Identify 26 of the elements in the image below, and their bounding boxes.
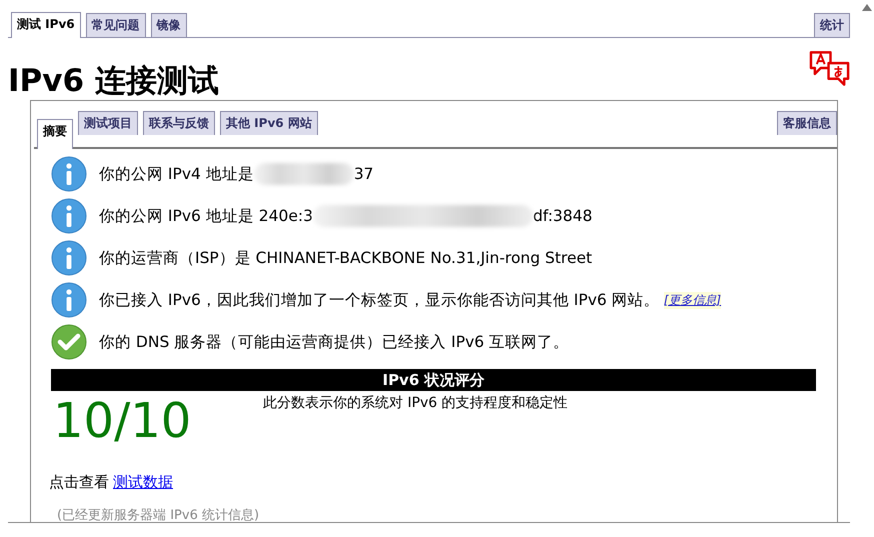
more-info-link[interactable]: [更多信息] [664, 292, 722, 308]
page-title: IPv6 连接测试 [8, 62, 219, 100]
tab[interactable]: 摘要 [37, 119, 73, 149]
translate-icon[interactable] [809, 50, 852, 86]
message-text: 你的 DNS 服务器（可能由运营商提供）已经接入 IPv6 互联网了。 [99, 332, 570, 352]
scroll-up-icon[interactable] [862, 4, 872, 11]
tab[interactable]: 其他 IPv6 网站 [220, 111, 318, 135]
tab[interactable]: 测试 IPv6 [11, 12, 81, 38]
score-value: 10/10 [53, 392, 192, 451]
message-text: 你的公网 IPv6 地址是 240e:3 [99, 206, 313, 226]
tab[interactable]: 客服信息 [777, 111, 837, 135]
message-text: 你的运营商（ISP）是 CHINANET-BACKBONE No.31,Jin-rong Street [99, 248, 592, 268]
test-data-link[interactable]: 测试数据 [113, 473, 173, 492]
score-heading: IPv6 状况评分 [51, 369, 816, 391]
score-description: 此分数表示你的系统对 IPv6 的支持程度和稳定性 [263, 394, 568, 413]
message-text: 你的公网 IPv4 地址是 [99, 164, 254, 184]
message-text: 37 [354, 165, 374, 183]
message-text: df:3848 [532, 207, 592, 225]
tab[interactable]: 常见问题 [86, 13, 146, 37]
update-note: (已经更新服务器端 IPv6 统计信息) [57, 507, 260, 524]
details-label: 点击查看 [49, 473, 109, 492]
tab[interactable]: 镜像 [150, 13, 187, 37]
tab[interactable]: 统计 [814, 13, 850, 37]
message-text: 你已接入 IPv6，因此我们增加了一个标签页，显示你能否访问其他 IPv6 网站。 [99, 290, 660, 310]
tab[interactable]: 测试项目 [78, 111, 138, 135]
tab[interactable]: 联系与反馈 [143, 111, 215, 135]
